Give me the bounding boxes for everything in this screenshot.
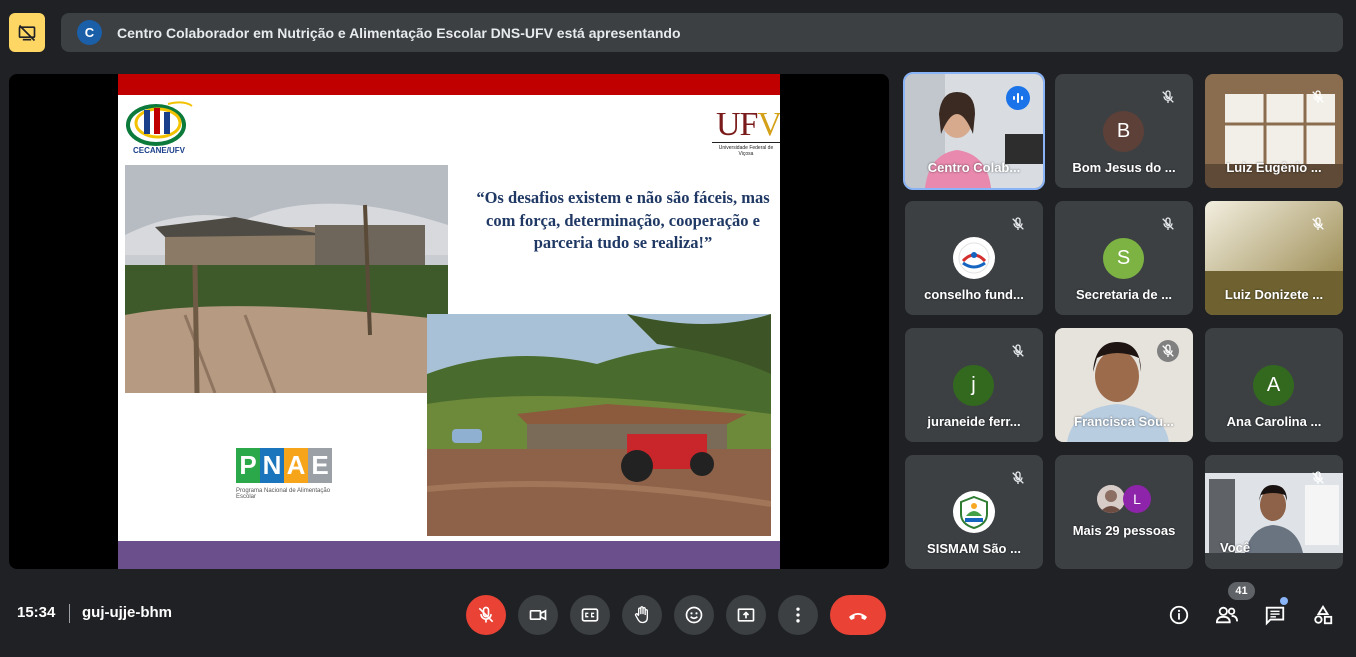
council-logo-icon [958,242,990,274]
mic-off-icon [1307,213,1329,235]
pnae-subtitle: Programa Nacional de Alimentação Escolar [236,488,331,500]
mic-off-icon [1307,467,1329,489]
participant-name: Centro Colab... [927,160,1021,175]
presenter-avatar: C [77,20,102,45]
people-button[interactable] [1214,602,1240,628]
pnae-letter: A [284,448,308,483]
leave-call-button[interactable] [830,595,886,635]
participant-name: Francisca Sou... [1074,414,1174,429]
mic-off-icon [1007,213,1029,235]
participant-tile[interactable]: B Bom Jesus do ... [1055,74,1193,188]
screen-off-icon [18,24,36,41]
presenting-text: Centro Colaborador em Nutrição e Aliment… [117,24,681,41]
chat-button[interactable] [1262,602,1288,628]
participant-name: Ana Carolina ... [1226,414,1322,429]
mic-off-icon [1307,86,1329,108]
participant-name: Bom Jesus do ... [1072,160,1176,175]
new-message-dot [1280,597,1288,605]
emoji-icon [685,606,703,624]
participant-count-badge: 41 [1228,582,1255,600]
participant-tile[interactable]: Francisca Sou... [1055,328,1193,442]
participant-name: SISMAM São ... [927,541,1021,556]
microphone-button[interactable] [466,595,506,635]
activities-icon [1314,605,1333,625]
participant-name: conselho fund... [924,287,1024,302]
camera-button[interactable] [518,595,558,635]
participant-name: Luiz Eugênio ... [1226,160,1322,175]
participant-name: Você [1220,540,1251,555]
raise-hand-button[interactable] [622,595,662,635]
more-options-button[interactable] [778,595,818,635]
people-icon [1215,606,1238,624]
divider [69,604,70,623]
meeting-details-button[interactable] [1166,602,1192,628]
reactions-button[interactable] [674,595,714,635]
participant-name: Luiz Donizete ... [1224,287,1324,302]
stop-presenting-button[interactable] [9,13,45,52]
activities-button[interactable] [1310,602,1336,628]
mic-off-icon [1007,340,1029,362]
captions-icon [581,608,599,622]
mic-off-icon [1157,213,1179,235]
participant-tile[interactable]: Luiz Eugênio ... [1205,74,1343,188]
present-screen-icon [737,608,755,622]
present-button[interactable] [726,595,766,635]
more-participants-label: Mais 29 pessoas [1072,523,1176,538]
participant-tile[interactable]: Luiz Donizete ... [1205,201,1343,315]
clock: 15:34 [17,604,56,621]
participant-tile[interactable]: SISMAM São ... [905,455,1043,569]
chat-icon [1265,606,1285,626]
participant-avatar: L [1123,485,1151,513]
pnae-letter: E [308,448,332,483]
hand-icon [634,606,648,624]
farm-house-photo [125,165,448,393]
participant-name: Secretaria de ... [1075,287,1173,302]
mic-off-icon [1007,467,1029,489]
participant-tile[interactable]: Centro Colab... [903,72,1045,190]
info-icon [1169,605,1189,625]
slide: CECANE/UFV UFV Universidade Federal de V… [118,74,780,569]
slide-quote: “Os desafios existem e não são fáceis, m… [476,188,770,252]
ufv-subtitle: Universidade Federal de Viçosa [712,142,780,157]
tractor-photo [427,314,771,536]
camera-icon [529,609,547,621]
hang-up-icon [849,613,867,620]
self-tile[interactable]: Você [1205,455,1343,569]
participant-avatar: S [1103,238,1144,279]
sismam-logo-icon [960,495,988,530]
meet-window: C Centro Colaborador em Nutrição e Alime… [0,0,1356,657]
participant-tile[interactable]: conselho fund... [905,201,1043,315]
cecane-label: CECANE/UFV [132,146,185,155]
participant-avatar: j [953,365,994,406]
slide-top-bar [118,74,780,95]
slide-bottom-bar [118,541,780,569]
participant-avatar: B [1103,111,1144,152]
participant-tile[interactable]: S Secretaria de ... [1055,201,1193,315]
participant-logo [953,491,995,533]
ufv-logo: UFV [716,106,780,143]
mic-off-icon [1157,340,1179,362]
presentation-stage: CECANE/UFV UFV Universidade Federal de V… [9,74,889,569]
participant-thumb [1097,485,1125,513]
participant-name: juraneide ferr... [927,414,1021,429]
pnae-letter: N [260,448,284,483]
participant-tile[interactable]: j juraneide ferr... [905,328,1043,442]
mic-off-icon [478,606,494,623]
audio-wave-icon [1013,93,1023,103]
meeting-code: guj-ujje-bhm [82,604,172,621]
presenting-banner: C Centro Colaborador em Nutrição e Alime… [61,13,1343,52]
more-vert-icon [796,607,800,623]
captions-button[interactable] [570,595,610,635]
pnae-logo: P N A E [236,448,332,483]
mic-off-icon [1157,86,1179,108]
speaking-indicator [1006,86,1030,110]
participant-avatar: A [1253,365,1294,406]
participant-tile[interactable]: A Ana Carolina ... [1205,328,1343,442]
more-participants-tile[interactable]: L Mais 29 pessoas [1055,455,1193,569]
participant-logo [953,237,995,279]
pnae-letter: P [236,448,260,483]
